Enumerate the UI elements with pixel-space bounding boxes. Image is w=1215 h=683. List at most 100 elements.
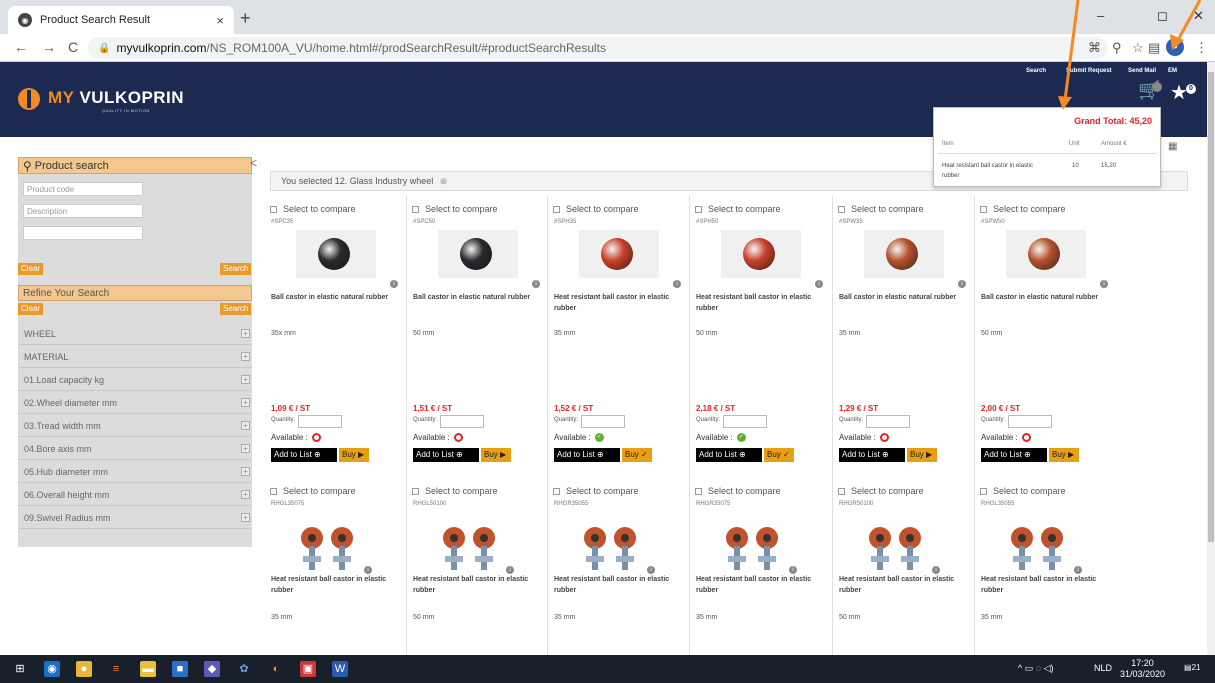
reload-button[interactable]: C [68,39,78,55]
outlook-icon[interactable]: ■ [172,661,188,677]
checkbox-icon[interactable] [270,488,277,496]
site-logo[interactable]: MY VULKOPRIN [48,88,184,108]
info-icon[interactable]: i [932,566,940,574]
castor-pair-image[interactable] [292,524,362,576]
product-name[interactable]: Heat resistant ball castor in elastic ru… [839,574,969,596]
quantity-input[interactable] [1008,415,1052,428]
page-scrollbar[interactable] [1207,62,1215,655]
vulkoprin-logo-icon[interactable] [18,88,40,110]
product-name[interactable]: Ball castor in elastic natural rubber [271,292,401,303]
remove-filter-icon[interactable]: ⊗ [440,176,448,186]
compare-checkbox[interactable]: Select to compare [695,486,835,496]
facet-bore-axis[interactable]: 04.Bore axis mm + [18,438,252,460]
facet-material[interactable]: MATERIAL + [18,346,252,368]
buy-button[interactable]: Buy ✓ [622,448,652,462]
facet-load-capacity[interactable]: 01.Load capacity kg + [18,369,252,391]
buy-button[interactable]: Buy ▶ [481,448,511,462]
compare-checkbox[interactable]: Select to compare [553,486,693,496]
buy-button[interactable]: Buy ▶ [1049,448,1079,462]
product-name[interactable]: Heat resistant ball castor in elastic ru… [413,574,543,596]
product-name[interactable]: Heat resistant ball castor in elastic ru… [554,574,684,596]
compare-checkbox[interactable]: Select to compare [838,486,978,496]
compare-checkbox[interactable]: Select to compare [270,204,410,214]
app-red-icon[interactable]: ▣ [300,661,316,677]
facet-tread-width[interactable]: 03.Tread width mm + [18,415,252,437]
product-name[interactable]: Ball castor in elastic natural rubber [981,292,1111,303]
info-icon[interactable]: i [673,280,681,288]
product-name[interactable]: Heat resistant ball castor in elastic ru… [981,574,1111,596]
info-icon[interactable]: i [815,280,823,288]
clear-button[interactable]: Clear [18,263,44,275]
browser-taskbar-icon[interactable]: ◉ [44,661,60,677]
extra-search-input[interactable] [23,226,143,240]
add-to-list-button[interactable]: Add to List ⊕ [696,448,762,462]
tab-close-icon[interactable]: × [216,13,224,28]
checkbox-icon[interactable] [838,488,845,496]
url-field[interactable]: 🔒 myvulkoprin.com /NS_ROM100A_VU/home.ht… [88,37,1108,59]
refine-clear-button[interactable]: Clear [18,303,44,315]
checkbox-icon[interactable] [695,206,702,214]
product-code-input[interactable]: Product code [23,182,143,196]
word-icon[interactable]: W [332,661,348,677]
product-image[interactable]: i [438,230,540,288]
add-to-list-button[interactable]: Add to List ⊕ [839,448,905,462]
buy-button[interactable]: Buy ▶ [907,448,937,462]
info-icon[interactable]: i [506,566,514,574]
checkbox-icon[interactable] [980,206,987,214]
facet-wheel[interactable]: WHEEL + [18,323,252,345]
checkbox-icon[interactable] [980,488,987,496]
product-image[interactable]: i [1006,230,1108,288]
info-icon[interactable]: i [1100,280,1108,288]
castor-pair-image[interactable] [575,524,645,576]
product-image[interactable]: i [579,230,681,288]
add-to-list-button[interactable]: Add to List ⊕ [413,448,479,462]
checkbox-icon[interactable] [695,488,702,496]
product-name[interactable]: Heat resistant ball castor in elastic ru… [696,574,826,596]
tray-icons[interactable]: ^ ▭ ◌ ◁) [1018,663,1054,674]
menu-taskbar-icon[interactable]: ≡ [108,661,124,677]
header-link-search[interactable]: Search [1026,68,1046,74]
product-name[interactable]: Ball castor in elastic natural rubber [413,292,543,303]
quantity-input[interactable] [581,415,625,428]
checkbox-icon[interactable] [412,488,419,496]
product-name[interactable]: Heat resistant ball castor in elastic ru… [696,292,826,314]
facet-swivel-radius[interactable]: 09.Swivel Radius mm + [18,507,252,529]
quantity-input[interactable] [723,415,767,428]
collapse-chevron-icon[interactable]: < [250,156,257,170]
compare-checkbox[interactable]: Select to compare [695,204,835,214]
compare-checkbox[interactable]: Select to compare [270,486,410,496]
scrollbar-thumb[interactable] [1208,72,1214,542]
back-button[interactable]: ← [14,39,28,55]
buy-button[interactable]: Buy ✓ [764,448,794,462]
product-name[interactable]: Heat resistant ball castor in elastic ru… [554,292,684,314]
add-to-list-button[interactable]: Add to List ⊕ [271,448,337,462]
product-image[interactable]: i [721,230,823,288]
checkbox-icon[interactable] [553,206,560,214]
chrome-taskbar-icon[interactable]: ● [76,661,92,677]
add-to-list-button[interactable]: Add to List ⊕ [554,448,620,462]
info-icon[interactable]: i [390,280,398,288]
search-button[interactable]: Search [220,263,252,275]
forward-button[interactable]: → [42,39,56,55]
app-taskbar-icon[interactable]: ✿ [236,661,252,677]
compare-checkbox[interactable]: Select to compare [980,204,1120,214]
facet-overall-height[interactable]: 06.Overall height mm + [18,484,252,506]
info-icon[interactable]: i [789,566,797,574]
tray-language[interactable]: NLD [1094,663,1112,673]
description-input[interactable]: Description [23,204,143,218]
notification-icon[interactable]: ▤21 [1184,663,1200,672]
quantity-input[interactable] [866,415,910,428]
info-icon[interactable]: i [647,566,655,574]
quantity-input[interactable] [440,415,484,428]
castor-pair-image[interactable] [717,524,787,576]
teams-icon[interactable]: ◆ [204,661,220,677]
checkbox-icon[interactable] [412,206,419,214]
product-name[interactable]: Ball castor in elastic natural rubber [839,292,969,303]
compare-checkbox[interactable]: Select to compare [980,486,1120,496]
app-flame-icon[interactable]: ◐ [268,661,284,677]
info-icon[interactable]: i [364,566,372,574]
product-image[interactable]: i [864,230,966,288]
product-search-header[interactable]: ⚲ Product search < [18,156,257,174]
facet-hub-diameter[interactable]: 05.Hub diameter mm + [18,461,252,483]
checkbox-icon[interactable] [270,206,277,214]
